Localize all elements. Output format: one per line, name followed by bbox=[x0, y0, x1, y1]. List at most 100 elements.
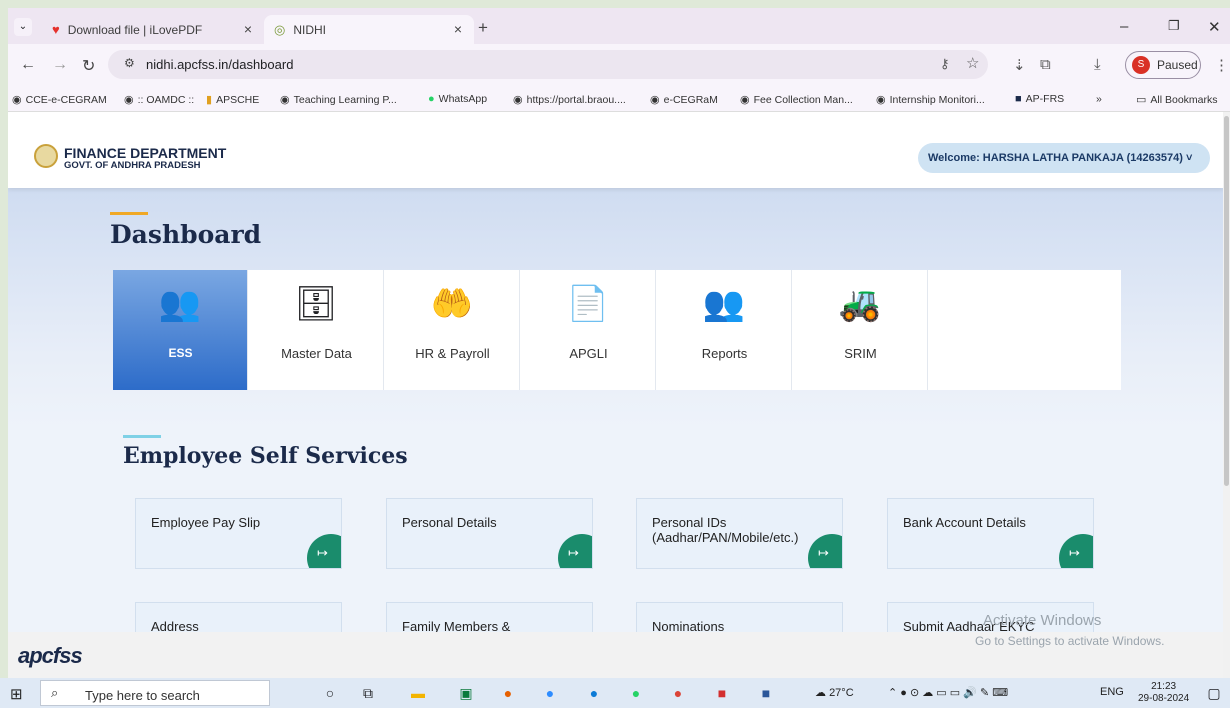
chrome-icon[interactable]: ● bbox=[668, 684, 688, 702]
kebab-menu-icon[interactable]: ⋮ bbox=[1214, 56, 1229, 74]
address-bar[interactable]: ⚙ nidhi.apcfss.in/dashboard ⚷ ☆ bbox=[108, 50, 988, 79]
card-employee-pay-slip[interactable]: Employee Pay Slip ↦ bbox=[135, 498, 342, 569]
bookmark-label: APSCHE bbox=[216, 94, 260, 106]
site-header: FINANCE DEPARTMENT GOVT. OF ANDHRA PRADE… bbox=[8, 112, 1223, 188]
bookmark-item[interactable]: ■ AP-FRS bbox=[1015, 93, 1064, 105]
all-bookmarks-button[interactable]: ▭ All Bookmarks bbox=[1136, 93, 1218, 106]
tile-hr-payroll[interactable]: 🤲 HR & Payroll bbox=[385, 270, 520, 390]
temperature: 27°C bbox=[829, 687, 854, 699]
reload-icon[interactable]: ↻ bbox=[82, 56, 95, 76]
tile-label: Master Data bbox=[281, 346, 352, 361]
windows-start-icon[interactable]: ⊞ bbox=[10, 685, 23, 703]
globe-icon: ◉ bbox=[740, 94, 750, 106]
acrobat-icon[interactable]: ■ bbox=[712, 684, 732, 702]
go-arrow-icon[interactable]: ↦ bbox=[558, 534, 592, 568]
tile-reports[interactable]: 👥 Reports bbox=[657, 270, 792, 390]
edge-icon[interactable]: ● bbox=[584, 684, 604, 702]
bookmark-item[interactable]: ◉ CCE-e-CEGRAM bbox=[12, 93, 107, 106]
bookmark-item[interactable]: ◉:: OAMDC :: bbox=[124, 93, 194, 106]
globe-icon: ◉ bbox=[876, 94, 886, 106]
zoom-icon[interactable]: ● bbox=[540, 684, 560, 702]
tab-ilovepdf[interactable]: ♥ Download file | iLovePDF × bbox=[42, 15, 264, 44]
bookmark-item[interactable]: ◉ Fee Collection Man... bbox=[740, 93, 853, 106]
weather-widget[interactable]: ☁ 27°C bbox=[815, 686, 854, 699]
install-icon[interactable]: ⇣ bbox=[1013, 56, 1026, 74]
go-arrow-icon[interactable]: ↦ bbox=[307, 534, 341, 568]
bookmark-label: Teaching Learning P... bbox=[293, 94, 397, 106]
bookmark-label: Internship Monitori... bbox=[889, 94, 985, 106]
whatsapp-taskbar-icon[interactable]: ● bbox=[626, 684, 646, 702]
url-text[interactable]: nidhi.apcfss.in/dashboard bbox=[146, 57, 293, 72]
site-settings-icon[interactable]: ⚙ bbox=[124, 56, 135, 70]
cortana-icon[interactable]: ○ bbox=[320, 684, 340, 702]
bookmarks-bar: ◉ CCE-e-CEGRAM ◉:: OAMDC :: ▮ APSCHE ◉ Teac… bbox=[8, 88, 1230, 112]
all-bookmarks-label: All Bookmarks bbox=[1150, 94, 1218, 106]
govt-name: GOVT. OF ANDHRA PRADESH bbox=[64, 160, 201, 171]
globe-icon: ◉ bbox=[124, 94, 134, 106]
apgli-icon: 📄 bbox=[566, 285, 610, 323]
go-arrow-icon[interactable]: ↦ bbox=[1059, 534, 1093, 568]
user-menu-button[interactable]: Welcome: HARSHA LATHA PANKAJA (14263574)… bbox=[918, 143, 1210, 173]
tile-srim[interactable]: 🚜 SRIM bbox=[793, 270, 928, 390]
firefox-icon[interactable]: ● bbox=[498, 684, 518, 702]
word-icon[interactable]: ■ bbox=[756, 684, 776, 702]
card-label: Employee Pay Slip bbox=[151, 515, 261, 530]
tile-master-data[interactable]: 🗄 Master Data bbox=[249, 270, 384, 390]
tab-nidhi[interactable]: ◎ NIDHI × bbox=[264, 15, 474, 44]
toolbar: ← → ↻ ⚙ nidhi.apcfss.in/dashboard ⚷ ☆ ⇣ … bbox=[8, 44, 1230, 88]
card-personal-details[interactable]: Personal Details ↦ bbox=[386, 498, 593, 569]
ap-emblem-logo bbox=[34, 144, 58, 168]
new-tab-button[interactable]: + bbox=[478, 18, 488, 38]
minimize-icon[interactable]: – bbox=[1120, 18, 1128, 35]
master-data-icon: 🗄 bbox=[294, 285, 338, 323]
tile-ess[interactable]: 👥 ESS bbox=[113, 270, 248, 390]
notification-icon[interactable]: ▢ bbox=[1204, 684, 1224, 702]
weather-icon: ☁ bbox=[815, 687, 826, 699]
card-label: Personal IDs (Aadhar/PAN/Mobile/etc.) bbox=[652, 515, 799, 545]
bookmark-item[interactable]: ◉ Internship Monitori... bbox=[876, 93, 985, 106]
activate-windows-title: Activate Windows bbox=[983, 612, 1102, 629]
search-placeholder: Type here to search bbox=[85, 688, 200, 703]
srim-excavator-icon: 🚜 bbox=[838, 285, 882, 323]
bookmark-item[interactable]: ◉ Teaching Learning P... bbox=[280, 93, 397, 106]
browser-window: ⌄ ♥ Download file | iLovePDF × ◎ NIDHI ×… bbox=[8, 8, 1230, 678]
language-indicator[interactable]: ENG bbox=[1100, 686, 1124, 698]
tile-label: ESS bbox=[168, 346, 193, 360]
forward-icon[interactable]: → bbox=[52, 56, 68, 74]
card-bank-account-details[interactable]: Bank Account Details ↦ bbox=[887, 498, 1094, 569]
clock-time: 21:23 bbox=[1151, 681, 1177, 692]
bookmark-item[interactable]: ◉ https://portal.braou.... bbox=[513, 93, 626, 106]
tile-label: SRIM bbox=[844, 346, 877, 361]
restore-icon[interactable]: ❐ bbox=[1168, 18, 1180, 34]
close-window-icon[interactable]: ✕ bbox=[1208, 18, 1221, 36]
close-icon[interactable]: × bbox=[454, 21, 462, 37]
scrollbar-thumb[interactable] bbox=[1224, 116, 1229, 486]
taskbar-search-input[interactable]: ⌕ Type here to search bbox=[40, 680, 270, 706]
bookmark-item[interactable]: ◉ e-CEGRaM bbox=[650, 93, 718, 106]
close-icon[interactable]: × bbox=[244, 21, 252, 37]
tile-label: Reports bbox=[701, 346, 748, 361]
task-view-icon[interactable]: ⧉ bbox=[358, 684, 378, 702]
tile-apgli[interactable]: 📄 APGLI bbox=[521, 270, 656, 390]
downloads-icon[interactable]: ⤓ bbox=[1094, 56, 1101, 73]
back-icon[interactable]: ← bbox=[20, 56, 36, 74]
bookmarks-overflow-button[interactable]: » bbox=[1096, 93, 1102, 105]
bookmark-item[interactable]: ▮ APSCHE bbox=[206, 93, 259, 106]
password-key-icon[interactable]: ⚷ bbox=[940, 56, 950, 72]
card-personal-ids[interactable]: Personal IDs (Aadhar/PAN/Mobile/etc.) ↦ bbox=[636, 498, 843, 569]
section-title: Employee Self Services bbox=[123, 443, 408, 469]
tab-search-button[interactable]: ⌄ bbox=[14, 18, 32, 36]
extensions-icon[interactable]: ⧉ bbox=[1040, 56, 1051, 73]
bookmark-item[interactable]: ● WhatsApp bbox=[428, 93, 487, 105]
bookmark-star-icon[interactable]: ☆ bbox=[966, 54, 979, 72]
profile-button[interactable]: S Paused bbox=[1125, 51, 1201, 79]
clock[interactable]: 21:23 29-08-2024 bbox=[1138, 681, 1189, 705]
file-explorer-icon[interactable]: ▬ bbox=[408, 684, 428, 702]
store-icon[interactable]: ▣ bbox=[456, 684, 476, 702]
page-scrollbar[interactable] bbox=[1223, 112, 1230, 678]
system-tray-icons[interactable]: ⌃ ● ⊙ ☁ ▭ ▭ 🔊 ✎ ⌨ bbox=[888, 686, 1008, 699]
heart-icon: ♥ bbox=[52, 22, 60, 37]
go-arrow-icon[interactable]: ↦ bbox=[808, 534, 842, 568]
apsche-icon: ▮ bbox=[206, 94, 213, 106]
windows-taskbar: ⊞ ⌕ Type here to search ○ ⧉ ▬ ▣ ● ● ● ● … bbox=[0, 678, 1230, 708]
